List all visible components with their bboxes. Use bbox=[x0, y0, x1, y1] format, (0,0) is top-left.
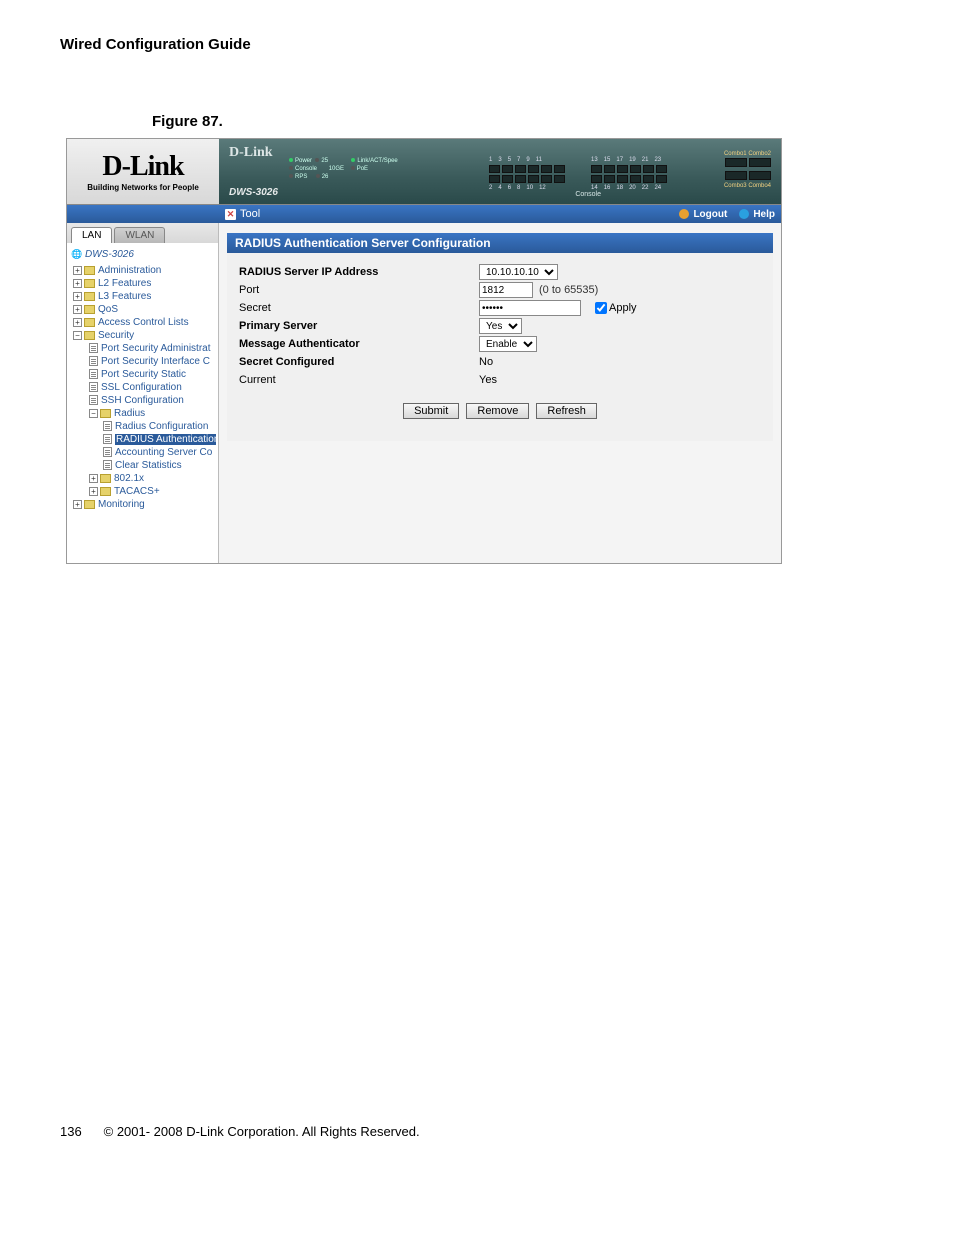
panel-title: RADIUS Authentication Server Configurati… bbox=[227, 233, 773, 253]
tree-acl[interactable]: +Access Control Lists bbox=[71, 316, 216, 329]
logout-label: Logout bbox=[693, 209, 727, 220]
led-10ge: 10GE bbox=[329, 166, 344, 172]
config-form: RADIUS Server IP Address 10.10.10.10 Por… bbox=[227, 253, 773, 441]
port-nums-top-1: 1357911 bbox=[489, 157, 565, 163]
tree-radius[interactable]: −Radius bbox=[71, 407, 216, 420]
combo-label-2: Combo3 Combo4 bbox=[724, 183, 771, 189]
brand-logo: D-Link bbox=[75, 151, 211, 183]
select-radius-ip[interactable]: 10.10.10.10 bbox=[479, 264, 558, 280]
led-26: 26 bbox=[322, 174, 329, 180]
port-hint: (0 to 65535) bbox=[539, 284, 598, 296]
tree-qos[interactable]: +QoS bbox=[71, 303, 216, 316]
submit-button[interactable]: Submit bbox=[403, 403, 459, 419]
button-row: Submit Remove Refresh bbox=[239, 389, 761, 425]
tree-radius-config[interactable]: Radius Configuration bbox=[71, 420, 216, 433]
brand-tagline: Building Networks for People bbox=[75, 183, 211, 192]
select-primary[interactable]: Yes bbox=[479, 318, 522, 334]
value-secret-configured: No bbox=[479, 356, 589, 368]
copyright: © 2001- 2008 D-Link Corporation. All Rig… bbox=[104, 1124, 420, 1139]
label-current: Current bbox=[239, 374, 479, 386]
combo-ports: Combo1 Combo2 Combo3 Combo4 bbox=[724, 151, 771, 189]
led-rps: RPS bbox=[295, 174, 307, 180]
port-nums-bot-1: 24681012 bbox=[489, 185, 565, 191]
tree-accounting-server[interactable]: Accounting Server Co bbox=[71, 446, 216, 459]
apply-label: Apply bbox=[609, 302, 637, 314]
logout-icon bbox=[679, 209, 689, 219]
tree-security[interactable]: −Security bbox=[71, 329, 216, 342]
led-power: Power bbox=[295, 158, 312, 164]
help-button[interactable]: Help bbox=[733, 209, 781, 220]
refresh-button[interactable]: Refresh bbox=[536, 403, 597, 419]
tab-wlan[interactable]: WLAN bbox=[114, 227, 165, 243]
tree-l2-features[interactable]: +L2 Features bbox=[71, 277, 216, 290]
tree-radius-auth[interactable]: RADIUS Authentication bbox=[71, 433, 216, 446]
logo-box: D-Link Building Networks for People bbox=[67, 139, 219, 204]
led-linkact: Link/ACT/Spee bbox=[357, 158, 397, 164]
label-port: Port bbox=[239, 284, 479, 296]
value-current: Yes bbox=[479, 374, 497, 386]
input-port[interactable] bbox=[479, 282, 533, 298]
screenshot-frame: D-Link Building Networks for People D-Li… bbox=[66, 138, 782, 564]
device-header: D-Link Building Networks for People D-Li… bbox=[67, 139, 781, 205]
tree-administration[interactable]: +Administration bbox=[71, 264, 216, 277]
led-console: Console bbox=[295, 166, 317, 172]
label-radius-ip: RADIUS Server IP Address bbox=[239, 266, 479, 278]
tree-8021x[interactable]: +802.1x bbox=[71, 472, 216, 485]
tree-monitoring[interactable]: +Monitoring bbox=[71, 498, 216, 511]
figure-label: Figure 87. bbox=[152, 113, 894, 130]
tab-lan[interactable]: LAN bbox=[71, 227, 112, 243]
sidebar: LAN WLAN DWS-3026 +Administration +L2 Fe… bbox=[67, 223, 219, 563]
tree-clear-statistics[interactable]: Clear Statistics bbox=[71, 459, 216, 472]
port-nums-bot-2: 141618202224 bbox=[591, 185, 667, 191]
sidebar-tabs: LAN WLAN bbox=[67, 223, 218, 243]
tree-port-security-static[interactable]: Port Security Static bbox=[71, 368, 216, 381]
label-secret-configured: Secret Configured bbox=[239, 356, 479, 368]
tree-l3-features[interactable]: +L3 Features bbox=[71, 290, 216, 303]
device-model: DWS-3026 bbox=[229, 187, 278, 198]
toolbar: ✕ Tool Logout Help bbox=[67, 205, 781, 223]
guide-title: Wired Configuration Guide bbox=[60, 36, 894, 53]
led-25: 25 bbox=[321, 158, 328, 164]
page-number: 136 bbox=[60, 1124, 100, 1139]
device-banner: D-Link Power 25 Link/ACT/Spee Console 10… bbox=[219, 139, 781, 204]
led-block: Power 25 Link/ACT/Spee Console 10GE PoE … bbox=[289, 157, 398, 181]
tool-icon: ✕ bbox=[225, 209, 236, 220]
label-primary: Primary Server bbox=[239, 320, 479, 332]
device-brand-small: D-Link bbox=[229, 145, 273, 161]
led-poe: PoE bbox=[357, 166, 368, 172]
label-secret: Secret bbox=[239, 302, 479, 314]
switch-ports: 1357911 24681012 131517192123 1416182022… bbox=[489, 157, 667, 191]
port-nums-top-2: 131517192123 bbox=[591, 157, 667, 163]
tree-tacacs[interactable]: +TACACS+ bbox=[71, 485, 216, 498]
tool-label: Tool bbox=[240, 208, 260, 220]
tree-port-security-admin[interactable]: Port Security Administrat bbox=[71, 342, 216, 355]
tree-ssl-config[interactable]: SSL Configuration bbox=[71, 381, 216, 394]
remove-button[interactable]: Remove bbox=[466, 403, 529, 419]
help-icon bbox=[739, 209, 749, 219]
tree-port-security-interface[interactable]: Port Security Interface C bbox=[71, 355, 216, 368]
tool-menu[interactable]: ✕ Tool bbox=[219, 208, 260, 220]
select-msgauth[interactable]: Enable bbox=[479, 336, 537, 352]
logout-button[interactable]: Logout bbox=[673, 209, 733, 220]
help-label: Help bbox=[753, 209, 775, 220]
input-secret[interactable] bbox=[479, 300, 581, 316]
page-footer: 136 © 2001- 2008 D-Link Corporation. All… bbox=[60, 1124, 894, 1139]
nav-tree: DWS-3026 +Administration +L2 Features +L… bbox=[67, 243, 218, 521]
label-msgauth: Message Authenticator bbox=[239, 338, 479, 350]
checkbox-apply[interactable] bbox=[595, 302, 607, 314]
tree-root[interactable]: DWS-3026 bbox=[71, 247, 216, 264]
content-area: RADIUS Authentication Server Configurati… bbox=[219, 223, 781, 563]
tree-ssh-config[interactable]: SSH Configuration bbox=[71, 394, 216, 407]
console-label: Console bbox=[575, 191, 601, 198]
